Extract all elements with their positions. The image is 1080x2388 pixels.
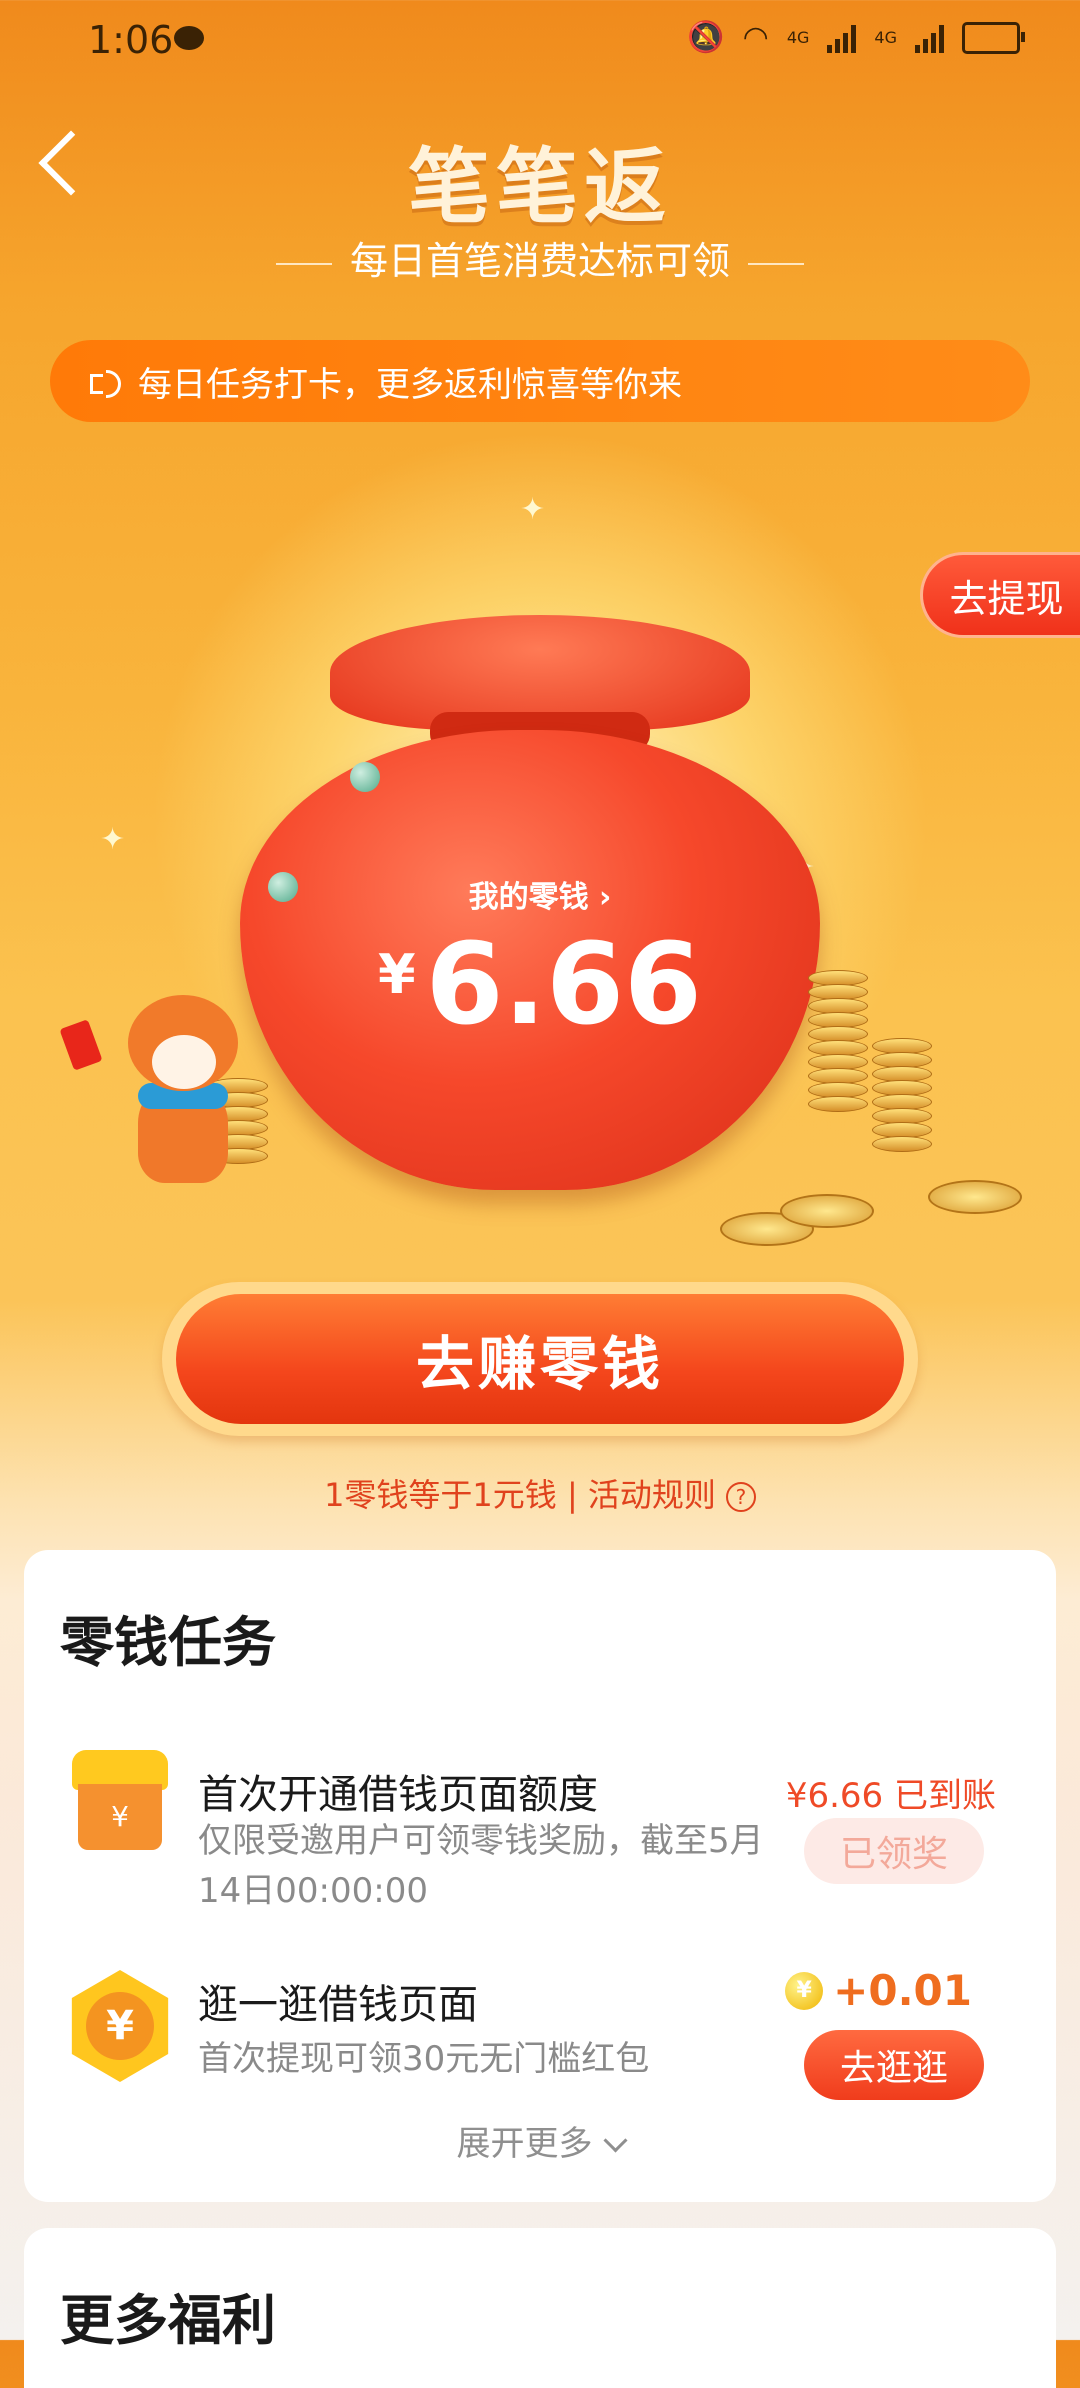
browse-button[interactable]: 去逛逛 <box>804 2030 984 2100</box>
coin-icon: ¥ <box>785 1971 824 2010</box>
more-benefits-title: 更多福利 <box>60 2289 276 2352</box>
wallet-link[interactable]: 我的零钱 › <box>0 872 1080 916</box>
reward-value: +0.01 <box>833 1966 972 2015</box>
notice-text: 每日任务打卡，更多返利惊喜等你来 <box>138 364 682 405</box>
task-title: 逛一逛借钱页面 <box>198 1982 478 2028</box>
yuan-hex-icon: ¥ <box>64 1970 176 2082</box>
coin <box>928 1180 1022 1214</box>
more-benefits-card: 更多福利 <box>24 2228 1056 2388</box>
status-time: 1:06 <box>88 18 174 62</box>
task-description: 首次提现可领30元无门槛红包 <box>198 2039 650 2079</box>
status-bar: 1:06 🔕 ◠ 4G 4G <box>0 0 1080 80</box>
subtitle-text: 每日首笔消费达标可领 <box>349 239 730 283</box>
speaker-icon <box>90 368 121 398</box>
mascot-face <box>152 1035 216 1089</box>
signal-icon <box>827 23 857 53</box>
battery-icon <box>962 21 1025 54</box>
expand-label: 展开更多 <box>456 2124 593 2164</box>
coin-stack <box>808 970 868 1112</box>
currency-symbol: ¥ <box>378 943 416 1006</box>
status-icons: 🔕 ◠ 4G 4G <box>687 20 1025 55</box>
subtitle-divider-left <box>275 262 332 265</box>
coin-stack <box>872 1038 932 1152</box>
subtitle-divider-right <box>748 262 804 265</box>
mute-icon: 🔕 <box>687 20 725 55</box>
task-title: 首次开通借钱页面额度 <box>198 1772 598 1818</box>
shop-icon: ¥ <box>72 1750 168 1850</box>
network-label-1: 4G <box>786 28 810 47</box>
sparkle-icon: ✦ <box>100 822 126 857</box>
shop-wall: ¥ <box>78 1784 162 1850</box>
tasks-card: 零钱任务 ¥ 首次开通借钱页面额度 仅限受邀用户可领零钱奖励，截至5月14日00… <box>24 1550 1056 2202</box>
shiba-mascot-illustration <box>59 975 260 1195</box>
task-item: ¥ 逛一逛借钱页面 首次提现可领30元无门槛红包 ¥ +0.01 去逛逛 <box>24 1930 1056 2100</box>
task-reward: ¥6.66 已到账 <box>785 1776 996 1816</box>
help-icon: ? <box>725 1482 756 1512</box>
rules-text: 1零钱等于1元钱 | 活动规则 <box>324 1476 716 1514</box>
coin <box>780 1194 874 1228</box>
page-title: 笔笔返 <box>407 140 672 235</box>
signal-icon-2 <box>915 23 944 53</box>
yuan-glyph: ¥ <box>86 1992 154 2060</box>
chevron-down-icon <box>602 2128 628 2153</box>
tasks-title: 零钱任务 <box>60 1611 276 1674</box>
claimed-button[interactable]: 已领奖 <box>804 1818 984 1884</box>
notice-banner[interactable]: 每日任务打卡，更多返利惊喜等你来 <box>50 340 1030 422</box>
task-reward: ¥ +0.01 <box>785 1966 972 2015</box>
earn-change-button[interactable]: 去赚零钱 <box>176 1294 904 1424</box>
wifi-icon: ◠ <box>742 20 769 55</box>
wallet-label: 我的零钱 <box>468 880 589 915</box>
withdraw-button[interactable]: 去提现 <box>920 552 1080 638</box>
chevron-right-icon: › <box>599 880 612 915</box>
amount-value: 6.66 <box>425 920 702 1050</box>
rules-link[interactable]: 1零钱等于1元钱 | 活动规则? <box>0 1470 1080 1516</box>
page-subtitle: 每日首笔消费达标可领 <box>0 230 1080 285</box>
red-envelope-icon <box>59 1019 103 1071</box>
task-item: ¥ 首次开通借钱页面额度 仅限受邀用户可领零钱奖励，截至5月14日00:00:0… <box>24 1712 1056 1911</box>
bead-icon <box>350 762 380 792</box>
network-label-2: 4G <box>874 28 897 47</box>
chat-bubble-icon <box>174 26 204 50</box>
sparkle-icon: ✦ <box>520 492 546 527</box>
expand-more-button[interactable]: 展开更多 <box>24 2116 1056 2165</box>
task-description: 仅限受邀用户可领零钱奖励，截至5月14日00:00:00 <box>198 1821 764 1911</box>
